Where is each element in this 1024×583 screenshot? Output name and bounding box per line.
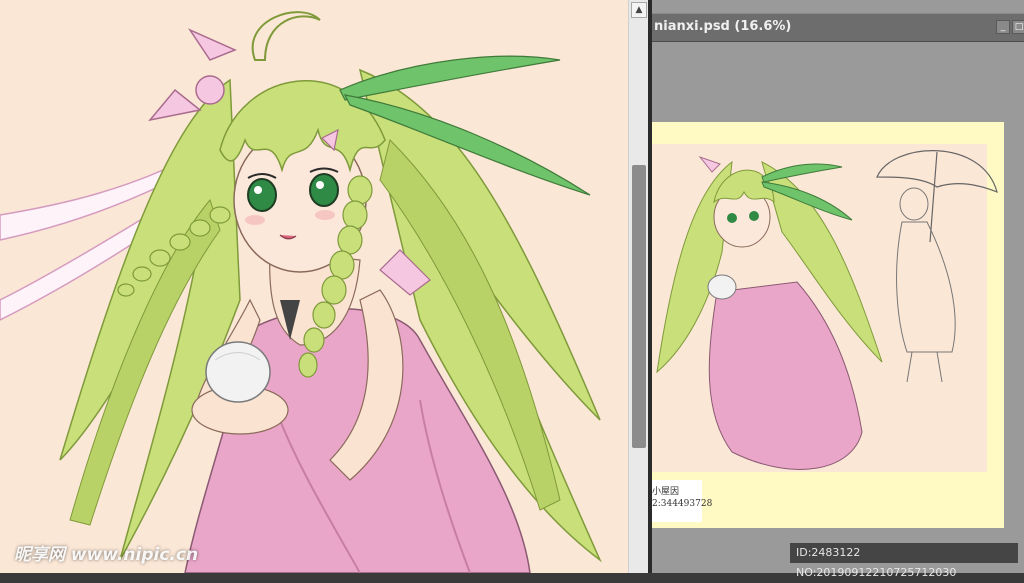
document-thumbnail-artwork xyxy=(652,144,998,472)
vertical-scrollbar[interactable]: ▲ xyxy=(628,0,649,573)
up-arrow-icon: ▲ xyxy=(635,5,643,15)
artist-stamp: 小屋因 2:344493728 xyxy=(652,480,713,522)
site-watermark: 昵享网 www.nipic.cn xyxy=(14,545,199,565)
image-id-label: ID:2483122 NO:20190912210725712030 xyxy=(790,543,1018,579)
document-canvas[interactable]: 小屋因 2:344493728 xyxy=(652,122,1004,528)
minimize-button[interactable]: _ xyxy=(996,20,1010,34)
stamp-line-1: 小屋因 xyxy=(652,487,680,497)
maximize-icon: □ xyxy=(1014,22,1024,32)
scroll-up-button[interactable]: ▲ xyxy=(631,2,647,18)
document-title: nianxi.psd (16.6%) xyxy=(654,19,792,34)
stamp-line-2: 2:344493728 xyxy=(652,499,713,509)
document-titlebar[interactable]: nianxi.psd (16.6%) _ □ xyxy=(652,13,1024,42)
anime-girl-illustration xyxy=(0,11,602,573)
document-window[interactable]: nianxi.psd (16.6%) _ □ 小屋因 2:344493728 xyxy=(652,0,1024,573)
maximize-button[interactable]: □ xyxy=(1012,20,1024,34)
scrollbar-thumb[interactable] xyxy=(632,165,646,448)
main-canvas[interactable] xyxy=(0,0,628,573)
minimize-icon: _ xyxy=(1000,22,1006,32)
